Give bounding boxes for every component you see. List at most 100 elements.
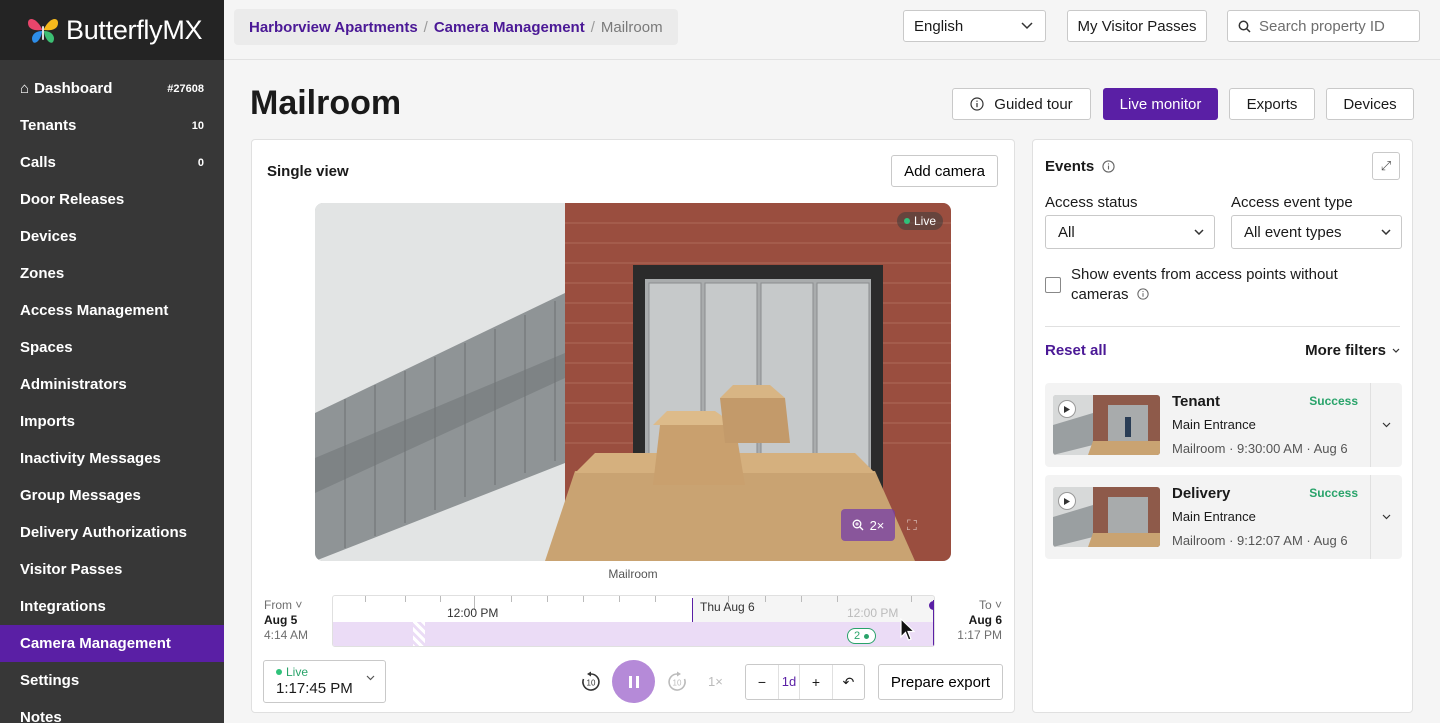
chevron-down-icon [1382,422,1391,428]
search-input[interactable] [1259,17,1399,35]
timeline-zoom-group: − 1d + ↶ [745,664,865,700]
timeline-tick [801,596,802,602]
reset-zoom-icon[interactable]: ↶ [832,665,864,699]
sidebar-item-label: Integrations [20,598,106,615]
sidebar-item-door-releases[interactable]: Door Releases [0,181,224,218]
timeline-tick [619,596,620,602]
event-thumbnail[interactable] [1053,487,1160,547]
sidebar-item-label: Settings [20,672,80,689]
search-icon [1238,20,1251,33]
play-icon [1058,492,1076,510]
pause-button[interactable] [612,660,655,703]
event-name: Tenant [1172,393,1221,410]
my-visitor-passes-button[interactable]: My Visitor Passes [1067,10,1207,42]
sidebar-item-label: Dashboard [34,80,113,97]
sidebar-item-label: Visitor Passes [20,561,123,578]
play-icon [1058,400,1076,418]
sidebar-item-label: Zones [20,265,65,282]
event-type-select[interactable]: All event types [1231,215,1402,249]
brand-logo[interactable]: ButterflyMX [0,0,224,60]
show-events-text: Show events from access points without c… [1071,266,1338,303]
language-select[interactable]: English [903,10,1046,42]
sidebar-item-inactivity-messages[interactable]: Inactivity Messages [0,440,224,477]
event-count: 2 [854,630,861,642]
show-events-checkbox[interactable] [1045,277,1061,293]
sidebar-item-tenants[interactable]: Tenants 10 [0,107,224,144]
camera-video-feed[interactable]: Live 2× ⛶ [315,203,951,561]
property-id-badge: #27608 [167,82,204,95]
timeline-tick [837,596,838,602]
events-title-label: Events [1045,158,1095,175]
sidebar-item-camera-management[interactable]: Camera Management [0,625,224,662]
devices-button[interactable]: Devices [1326,88,1414,120]
guided-tour-button[interactable]: Guided tour [952,88,1091,120]
expand-event-button[interactable] [1370,475,1402,559]
live-time-select[interactable]: Live 1:17:45 PM [263,660,386,703]
zoom-label: 2× [869,517,885,533]
timeline-tick [511,596,512,602]
zoom-button[interactable]: 2× [841,509,895,541]
playback-speed[interactable]: 1× [708,674,723,689]
timeline-tick [440,596,441,602]
event-card[interactable]: Tenant Success Main Entrance Mailroom · … [1045,383,1402,467]
timeline-tick [765,596,766,602]
add-camera-button[interactable]: Add camera [891,155,998,187]
events-panel: Events ⤢ Access status All Access event … [1032,139,1413,713]
timeline-day-marker [692,598,693,622]
breadcrumb-property[interactable]: Harborview Apartments [249,19,418,36]
sidebar-item-group-messages[interactable]: Group Messages [0,477,224,514]
event-card[interactable]: Delivery Success Main Entrance Mailroom … [1045,475,1402,559]
language-value: English [914,17,964,35]
sidebar-item-calls[interactable]: Calls 0 [0,144,224,181]
mouse-cursor-icon [900,618,916,641]
sidebar-item-delivery-authorizations[interactable]: Delivery Authorizations [0,514,224,551]
sidebar-item-access-management[interactable]: Access Management [0,292,224,329]
event-thumbnail[interactable] [1053,395,1160,455]
expand-icon[interactable]: ⤢ [1372,152,1400,180]
timeline-track[interactable]: 12:00 PM Thu Aug 6 12:00 PM 2 [332,595,935,647]
sidebar-item-settings[interactable]: Settings [0,662,224,699]
svg-text:10: 10 [673,679,682,688]
zoom-out-button[interactable]: − [746,674,778,690]
sidebar-item-label: Imports [20,413,76,430]
sidebar-item-devices[interactable]: Devices [0,218,224,255]
info-icon[interactable] [1137,288,1149,300]
prepare-export-button[interactable]: Prepare export [878,664,1003,700]
more-filters-button[interactable]: More filters [1305,342,1400,359]
sidebar-item-notes[interactable]: Notes [0,699,224,723]
timeline-event-cluster[interactable]: 2 [847,628,877,644]
chevron-down-icon [1392,348,1400,353]
forward-10-icon[interactable]: 10 [666,671,688,693]
breadcrumb-camera-management[interactable]: Camera Management [434,19,585,36]
sidebar-item-visitor-passes[interactable]: Visitor Passes [0,551,224,588]
timeline-tick [655,596,656,602]
guided-tour-label: Guided tour [994,95,1073,113]
zoom-in-icon [852,519,864,531]
sidebar-item-imports[interactable]: Imports [0,403,224,440]
sidebar-item-spaces[interactable]: Spaces [0,329,224,366]
reset-all-link[interactable]: Reset all [1045,342,1107,359]
sidebar-item-zones[interactable]: Zones [0,255,224,292]
timeline-tick [365,596,366,602]
exports-button[interactable]: Exports [1229,88,1315,120]
sidebar-item-integrations[interactable]: Integrations [0,588,224,625]
sidebar-item-administrators[interactable]: Administrators [0,366,224,403]
timeline-playhead-knob[interactable] [929,601,934,610]
timeline-to[interactable]: To ˅ Aug 6 1:17 PM [957,598,1002,643]
live-monitor-button[interactable]: Live monitor [1103,88,1218,120]
access-status-select[interactable]: All [1045,215,1215,249]
zoom-in-button[interactable]: + [800,674,832,690]
sidebar-item-label: Notes [20,709,62,723]
expand-event-button[interactable] [1370,383,1402,467]
sidebar-item-dashboard[interactable]: ⌂ Dashboard #27608 [0,70,224,107]
info-icon[interactable] [1102,160,1115,173]
timeline-from[interactable]: From ˅ Aug 5 4:14 AM [264,598,308,643]
search-box[interactable] [1227,10,1420,42]
to-date: Aug 6 [968,613,1002,627]
count-badge: 0 [197,156,204,169]
rewind-10-icon[interactable]: 10 [580,671,602,693]
fullscreen-icon[interactable]: ⛶ [907,517,917,534]
sidebar-item-label: Delivery Authorizations [20,524,187,541]
more-filters-label: More filters [1305,342,1386,359]
chevron-down-icon [1381,229,1391,235]
